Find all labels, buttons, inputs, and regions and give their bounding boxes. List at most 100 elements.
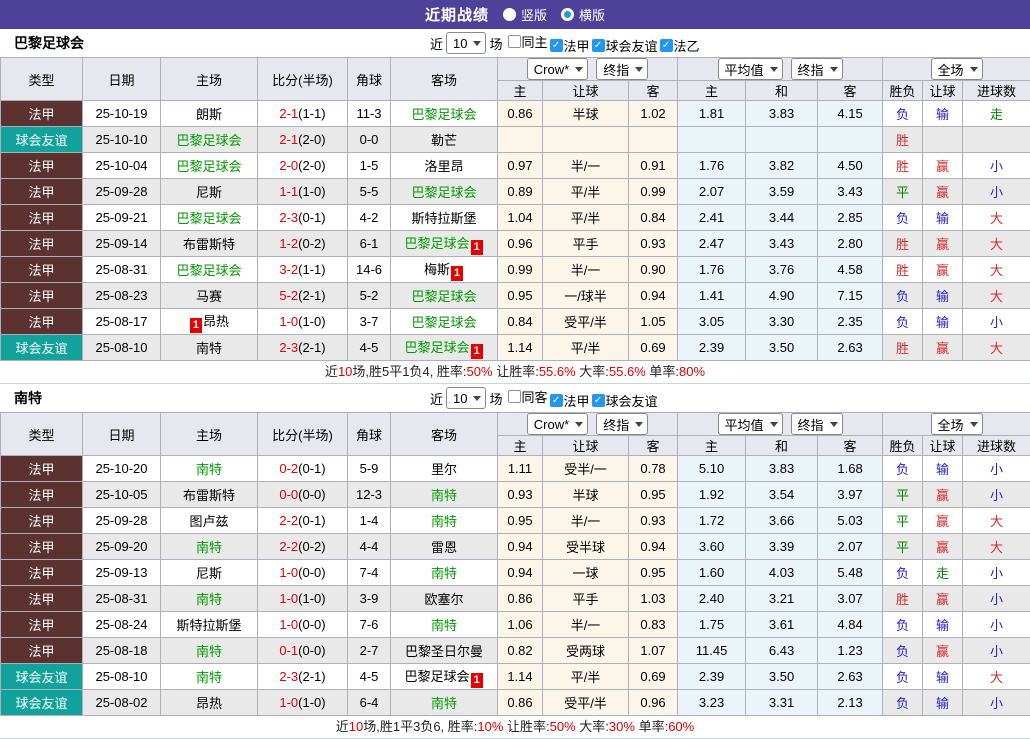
- radio-vertical-label[interactable]: 竖版: [521, 5, 547, 24]
- filter-label[interactable]: 球会友谊: [606, 36, 658, 55]
- score-fulltime: 1-1: [279, 184, 298, 199]
- team-name-text: 马赛: [196, 289, 222, 304]
- filter-label[interactable]: 同主: [522, 32, 548, 51]
- filter-同客[interactable]: 同客: [508, 387, 548, 406]
- match-count-select[interactable]: 10: [446, 387, 486, 409]
- score-halftime: (2-1): [298, 340, 325, 355]
- team-name-text: 尼斯: [196, 185, 222, 200]
- checkbox-checked[interactable]: ✓: [592, 39, 605, 52]
- cell-type: 法甲: [1, 231, 83, 257]
- checkbox-checked[interactable]: ✓: [592, 394, 605, 407]
- score-halftime: (0-0): [298, 643, 325, 658]
- team-name-text: 巴黎足球会: [411, 315, 476, 330]
- cell-odds-home: 0.86: [498, 101, 543, 127]
- cell-corner: 6-1: [348, 231, 391, 257]
- cell-odds-away: 0.96: [629, 690, 678, 716]
- cell-type: 法甲: [1, 560, 83, 586]
- cell-odds-away: 0.99: [629, 179, 678, 205]
- col-type: 类型: [1, 413, 83, 456]
- filter-label[interactable]: 球会友谊: [606, 391, 658, 410]
- avg-time-select[interactable]: 终指: [791, 413, 843, 435]
- cell-avg-draw: [746, 127, 818, 153]
- filter-label[interactable]: 同客: [522, 387, 548, 406]
- cell-home: 南特: [161, 534, 258, 560]
- filter-法甲[interactable]: ✓法甲: [550, 391, 590, 410]
- cell-goals: 大: [963, 231, 1030, 257]
- odds-time-select[interactable]: 终指: [596, 58, 648, 80]
- cell-type: 法甲: [1, 456, 83, 482]
- match-count-select[interactable]: 10: [446, 32, 486, 54]
- chevron-down-icon: [830, 422, 838, 427]
- filter-法甲[interactable]: ✓法甲: [550, 36, 590, 55]
- cell-type: 法甲: [1, 508, 83, 534]
- cell-odds-away: 1.02: [629, 101, 678, 127]
- team-name-text: 南特: [196, 592, 222, 607]
- cell-avg-draw: 3.44: [746, 205, 818, 231]
- filter-label[interactable]: 法甲: [564, 391, 590, 410]
- filter-label[interactable]: 法甲: [564, 36, 590, 55]
- cell-score: 1-1(1-0): [258, 179, 348, 205]
- cell-avg-home: 5.10: [678, 456, 746, 482]
- checkbox-unchecked[interactable]: [508, 390, 521, 403]
- filter-球会友谊[interactable]: ✓球会友谊: [592, 36, 658, 55]
- cell-goals: [963, 127, 1030, 153]
- section-head: 南特 近 10 场 同客✓法甲✓球会友谊: [0, 384, 1030, 412]
- bookmaker-select[interactable]: Crow*: [527, 413, 588, 435]
- red-card-badge: 1: [471, 673, 483, 688]
- cell-date: 25-08-31: [83, 257, 161, 283]
- cell-avg-draw: 4.03: [746, 560, 818, 586]
- avg-select[interactable]: 平均值: [718, 413, 783, 435]
- score-halftime: (2-0): [298, 132, 325, 147]
- cell-odds-handicap: 受两球: [543, 638, 629, 664]
- cell-result: 负: [883, 664, 923, 690]
- bookmaker-select[interactable]: Crow*: [527, 58, 588, 80]
- col-score: 比分(半场): [258, 58, 348, 101]
- table-row: 法甲25-08-31巴黎足球会3-2(1-1)14-6梅斯10.99半/一0.9…: [1, 257, 1030, 283]
- cell-corner: 1-5: [348, 153, 391, 179]
- filter-球会友谊[interactable]: ✓球会友谊: [592, 391, 658, 410]
- sub-away: 客: [629, 436, 678, 456]
- near-label: 近: [430, 34, 443, 53]
- col-date: 日期: [83, 58, 161, 101]
- results-table: 类型 日期 主场 比分(半场) 角球 客场 Crow* 终指 平均值 终指: [0, 412, 1030, 716]
- avg-select[interactable]: 平均值: [718, 58, 783, 80]
- score-halftime: (1-0): [298, 695, 325, 710]
- checkbox-checked[interactable]: ✓: [550, 394, 563, 407]
- cell-odds-away: 0.84: [629, 205, 678, 231]
- cell-date: 25-09-28: [83, 179, 161, 205]
- radio-vertical-layout[interactable]: 竖版: [503, 5, 547, 24]
- cell-date: 25-10-05: [83, 482, 161, 508]
- score-fulltime: 0-0: [279, 487, 298, 502]
- summary-text: 55.6%: [539, 364, 576, 379]
- cell-score: 1-0(0-0): [258, 612, 348, 638]
- score-halftime: (0-2): [298, 539, 325, 554]
- cell-odds-handicap: [543, 127, 629, 153]
- cell-odds-home: 0.89: [498, 179, 543, 205]
- cell-away: 南特: [391, 508, 498, 534]
- scope-select[interactable]: 全场: [931, 413, 983, 435]
- odds-time-select[interactable]: 终指: [596, 413, 648, 435]
- checkbox-checked[interactable]: ✓: [550, 39, 563, 52]
- cell-odds-home: 0.86: [498, 586, 543, 612]
- checkbox-checked[interactable]: ✓: [660, 39, 673, 52]
- summary-text: 让胜率:: [503, 719, 549, 734]
- radio-horizontal-icon[interactable]: [561, 8, 574, 21]
- cell-avg-away: 2.63: [818, 664, 883, 690]
- score-fulltime: 2-3: [279, 340, 298, 355]
- cell-odds-home: 0.95: [498, 508, 543, 534]
- radio-horizontal-layout[interactable]: 横版: [561, 5, 605, 24]
- scope-select[interactable]: 全场: [931, 58, 983, 80]
- cell-score: 0-0(0-0): [258, 482, 348, 508]
- filter-同主[interactable]: 同主: [508, 32, 548, 51]
- avg-time-select[interactable]: 终指: [791, 58, 843, 80]
- cell-avg-away: 2.35: [818, 309, 883, 335]
- radio-horizontal-label[interactable]: 横版: [579, 5, 605, 24]
- cell-home: 图卢兹: [161, 508, 258, 534]
- cell-goals: 小: [963, 309, 1030, 335]
- filter-法乙[interactable]: ✓法乙: [660, 36, 700, 55]
- cell-avg-home: 2.07: [678, 179, 746, 205]
- radio-vertical-icon[interactable]: [503, 8, 516, 21]
- score-halftime: (0-0): [298, 565, 325, 580]
- filter-label[interactable]: 法乙: [674, 36, 700, 55]
- checkbox-unchecked[interactable]: [508, 35, 521, 48]
